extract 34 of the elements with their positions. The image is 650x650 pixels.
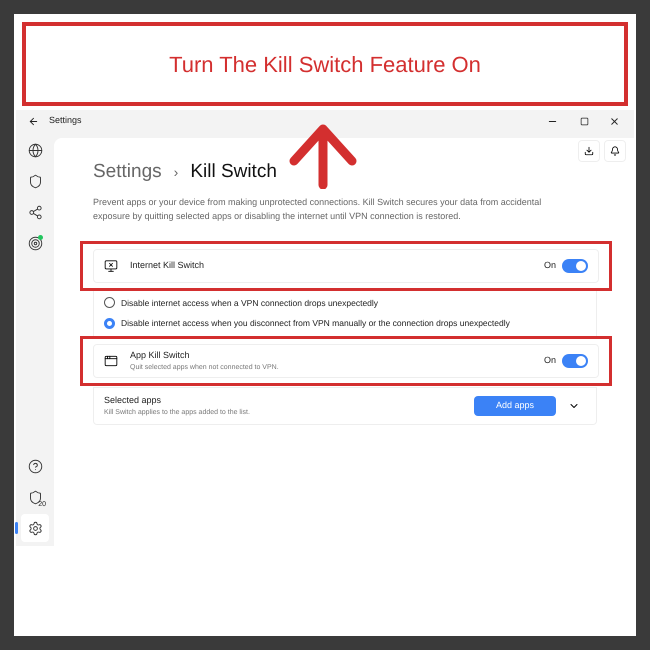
description: Prevent apps or your device from making unprotected connections. Kill Switch secures your data from accidental exposure by quitting selected apps or disabling the internet until VPN connection is restored. bbox=[93, 196, 542, 222]
bell-icon bbox=[610, 146, 620, 156]
target-icon bbox=[28, 236, 42, 250]
close-icon[interactable] bbox=[609, 116, 620, 126]
nodes-icon bbox=[28, 204, 42, 220]
breadcrumb-separator: › bbox=[174, 162, 178, 182]
shield-icon bbox=[28, 174, 42, 188]
banner-title: Turn The Kill Switch Feature On bbox=[169, 50, 481, 78]
toggle-switch[interactable] bbox=[562, 258, 588, 272]
radio-button[interactable] bbox=[104, 297, 115, 308]
breadcrumb-parent[interactable]: Settings bbox=[93, 158, 162, 186]
help-icon bbox=[28, 458, 42, 474]
globe-icon bbox=[28, 142, 42, 158]
sidebar-item[interactable] bbox=[21, 514, 49, 542]
radio-option[interactable]: Disable internet access when a VPN connection drops unexpectedly bbox=[104, 296, 586, 310]
state-label: On bbox=[544, 354, 556, 368]
settings-icon bbox=[28, 520, 42, 536]
window-title: Settings bbox=[49, 114, 82, 128]
radio-option[interactable]: Disable internet access when you disconnect from VPN manually or the connection drops unexpectedly bbox=[104, 317, 586, 330]
setting-label: App Kill Switch bbox=[130, 349, 191, 362]
monitor-icon bbox=[104, 258, 118, 272]
notifications-button[interactable] bbox=[604, 140, 626, 162]
back-icon[interactable] bbox=[28, 116, 39, 126]
app-window-icon bbox=[104, 354, 118, 368]
download-icon bbox=[584, 146, 594, 156]
setting-label: Internet Kill Switch bbox=[130, 258, 204, 272]
maximize-icon[interactable] bbox=[580, 116, 589, 126]
radio-button[interactable] bbox=[104, 318, 115, 330]
toggle-switch[interactable] bbox=[562, 354, 588, 368]
add-apps-button[interactable]: Add apps bbox=[474, 396, 556, 416]
setting-label: Selected apps bbox=[104, 394, 162, 407]
state-label: On bbox=[544, 258, 556, 272]
download-button[interactable] bbox=[578, 140, 600, 162]
page-title: Kill Switch bbox=[190, 160, 277, 184]
